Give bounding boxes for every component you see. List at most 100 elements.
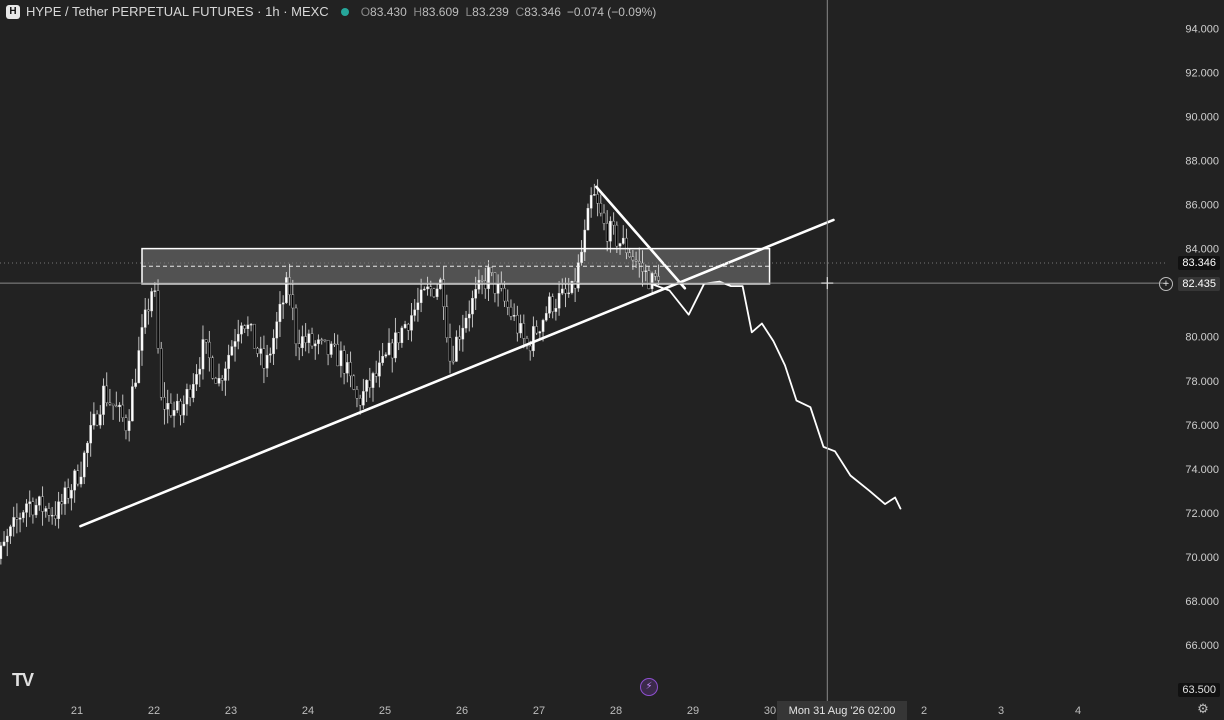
- candle-body: [211, 357, 214, 379]
- candle-body: [429, 286, 433, 290]
- symbol-title[interactable]: HYPE / Tether PERPETUAL FUTURES · 1h · M…: [26, 4, 329, 19]
- candle-body: [512, 315, 516, 317]
- gear-icon[interactable]: ⚙: [1196, 702, 1210, 716]
- candle-body: [307, 333, 311, 343]
- candle-body: [105, 385, 109, 403]
- candle-body: [25, 503, 28, 513]
- candle-body: [224, 368, 227, 381]
- candle-body: [92, 413, 96, 426]
- candle-body: [384, 354, 388, 357]
- candle-body: [455, 336, 458, 362]
- x-tick-label: 21: [71, 705, 83, 717]
- candle-body: [79, 476, 83, 485]
- candle-body: [153, 290, 157, 292]
- price-chart[interactable]: 66.000 68.000 70.000 72.000 74.000 76.000 78.0…: [0, 0, 1224, 720]
- candle-body: [519, 323, 522, 334]
- candle-body: [368, 379, 372, 388]
- candle-body: [82, 452, 86, 478]
- y-tick-label: 84.000: [1185, 244, 1219, 256]
- candle-body: [400, 327, 404, 344]
- candle-body: [551, 296, 554, 312]
- candle-body: [621, 237, 625, 244]
- candle-body: [522, 323, 526, 339]
- candle-body: [66, 487, 70, 499]
- candle-body: [589, 194, 593, 209]
- candle-body: [596, 194, 599, 204]
- candle-body: [554, 307, 558, 312]
- time-axis[interactable]: 21222324252627282930ep234: [71, 705, 1081, 717]
- candle-body: [320, 339, 323, 341]
- candle-body: [528, 345, 532, 352]
- candle-body: [86, 442, 89, 454]
- candle-body: [599, 203, 603, 214]
- candle-body: [70, 489, 73, 499]
- candle-body: [448, 337, 452, 362]
- candle-body: [329, 343, 333, 355]
- candle-body: [147, 309, 150, 312]
- candle-body: [301, 336, 304, 349]
- candle-body: [89, 425, 92, 444]
- symbol-legend[interactable]: H HYPE / Tether PERPETUAL FUTURES · 1h ·…: [6, 3, 656, 20]
- candle-body: [609, 220, 612, 242]
- candle-body: [544, 313, 548, 321]
- candle-body: [445, 306, 449, 338]
- x-tick-label: 2: [921, 705, 927, 717]
- candle-body: [272, 337, 275, 355]
- candle-body: [387, 342, 391, 355]
- candle-body: [423, 288, 426, 291]
- candle-body: [310, 333, 314, 347]
- candle-body: [304, 336, 307, 343]
- projected-price-path[interactable]: [653, 280, 902, 510]
- candle-body: [381, 356, 384, 363]
- plus-circle-icon[interactable]: +: [1159, 277, 1173, 291]
- y-tick-label: 90.000: [1185, 111, 1219, 123]
- candle-body: [217, 378, 221, 384]
- candle-body: [413, 309, 417, 316]
- y-tick-label: 68.000: [1185, 596, 1219, 608]
- candle-body: [208, 341, 211, 358]
- y-tick-label: 78.000: [1185, 376, 1219, 388]
- candle-body: [560, 288, 564, 294]
- candle-body: [410, 315, 413, 331]
- candle-body: [201, 339, 205, 370]
- candle-body: [115, 405, 118, 408]
- candle-body: [352, 375, 356, 390]
- candle-body: [108, 402, 112, 405]
- candle-body: [95, 413, 99, 426]
- candle-body: [506, 300, 510, 308]
- x-tick-label: 27: [533, 705, 545, 717]
- candle-body: [18, 517, 22, 520]
- lightning-icon[interactable]: ⚡: [640, 678, 658, 696]
- candle-body: [57, 501, 60, 519]
- candle-body: [15, 517, 19, 520]
- tradingview-logo[interactable]: TV: [12, 670, 34, 691]
- candle-body: [416, 302, 420, 311]
- candle-body: [143, 309, 147, 328]
- crosshair-price-label: 82.435: [1178, 277, 1220, 291]
- candle-body: [175, 400, 179, 411]
- candle-body: [204, 339, 208, 343]
- market-status-dot: [340, 7, 349, 16]
- y-tick-label: 74.000: [1185, 464, 1219, 476]
- candle-body: [349, 362, 352, 377]
- price-change: −0.074 (−0.09%): [566, 4, 657, 19]
- candle-body: [342, 350, 346, 374]
- candle-body: [230, 346, 234, 356]
- candle-body: [586, 208, 590, 231]
- candle-body: [9, 526, 12, 537]
- price-axis[interactable]: 66.000 68.000 70.000 72.000 74.000 76.000 78.0…: [1185, 23, 1219, 652]
- candle-body: [252, 323, 256, 349]
- candle-body: [50, 514, 54, 517]
- candle-body: [76, 470, 80, 485]
- candle-body: [163, 397, 166, 410]
- candle-body: [275, 321, 279, 339]
- candle-body: [5, 535, 9, 543]
- candle-body: [102, 385, 105, 415]
- candle-body: [111, 403, 115, 407]
- candle-body: [195, 374, 198, 385]
- y-tick-label: 80.000: [1185, 332, 1219, 344]
- candle-body: [336, 344, 340, 367]
- x-tick-label: 22: [148, 705, 160, 717]
- candle-body: [246, 324, 250, 329]
- candle-body: [156, 290, 160, 349]
